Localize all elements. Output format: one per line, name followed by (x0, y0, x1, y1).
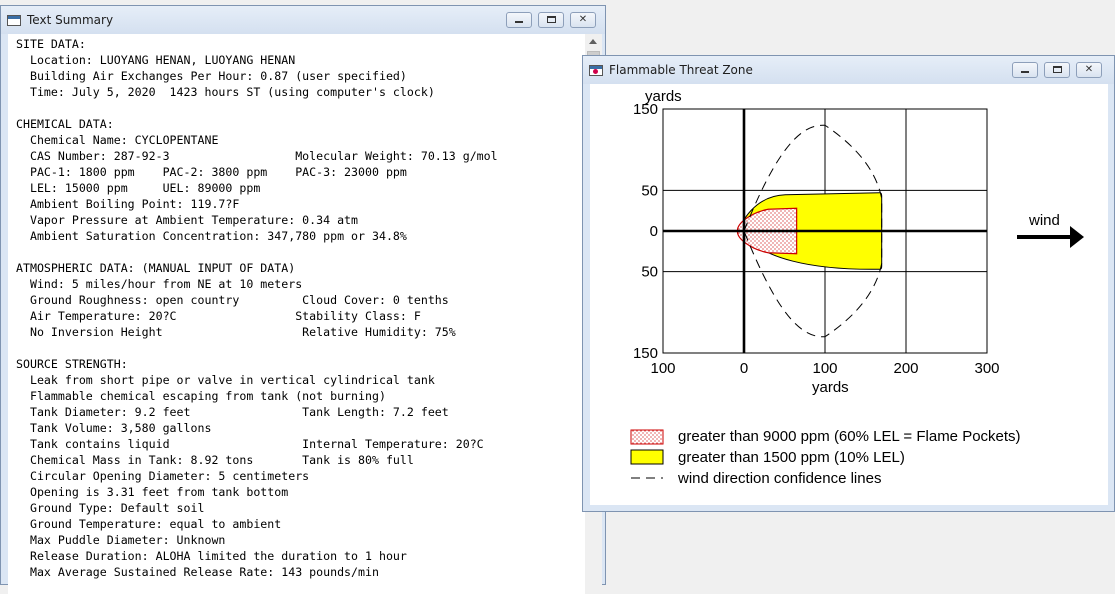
threat-zone-chart: 15050050150100 0 100 200 300 yards yards win… (630, 88, 1084, 487)
summary-line (16, 100, 498, 116)
wind-label: wind (1028, 212, 1060, 229)
summary-line: Ambient Saturation Concentration: 347,78… (16, 229, 407, 243)
summary-line: CAS Number: 287-92-3 Molecular Weight: 7… (16, 149, 498, 163)
text-summary-window: Text Summary ✕ SITE DATA: Location: LUOY… (0, 5, 606, 594)
x-tick-label: 300 (974, 360, 999, 377)
y-tick-label: 0 (650, 223, 658, 240)
close-button[interactable]: ✕ (570, 12, 596, 28)
window-icon (589, 65, 603, 76)
summary-line: Vapor Pressure at Ambient Temperature: 0… (16, 213, 359, 227)
summary-line: Building Air Exchanges Per Hour: 0.87 (u… (16, 69, 407, 83)
legend-label-9000ppm: greater than 9000 ppm (60% LEL = Flame P… (678, 428, 1021, 445)
maximize-icon (1052, 66, 1062, 73)
threat-zone-plot-area: 150 50 0 50 150 100 0 100 200 300 yards yards win… (590, 84, 1108, 505)
x-tick-label: 0 (740, 360, 748, 377)
y-tick-label: 50 (641, 182, 658, 199)
summary-line: Circular Opening Diameter: 5 centimeters (16, 469, 310, 483)
summary-line: ATMOSPHERIC DATA: (MANUAL INPUT OF DATA) (16, 261, 296, 275)
close-icon: ✕ (1084, 64, 1094, 75)
summary-line: Location: LUOYANG HENAN, LUOYANG HENAN (16, 53, 296, 67)
summary-line: PAC-1: 1800 ppm PAC-2: 3800 ppm PAC-3: 2… (16, 165, 407, 179)
summary-line: Chemical Mass in Tank: 8.92 tons Tank is… (16, 453, 414, 467)
x-axis-label: yards (812, 379, 849, 396)
y-axis-label: yards (645, 88, 682, 105)
legend-swatch-1500ppm (630, 449, 664, 465)
summary-line: Air Temperature: 20?C Stability Class: F (16, 309, 421, 323)
minimize-button[interactable] (506, 12, 532, 28)
maximize-button[interactable] (1044, 62, 1070, 78)
window-title: Text Summary (27, 13, 114, 27)
summary-line: Ambient Boiling Point: 119.7?F (16, 197, 240, 211)
summary-line: SOURCE STRENGTH: (16, 357, 128, 371)
summary-line: Ground Type: Default soil (16, 501, 205, 515)
summary-line: Leak from short pipe or valve in vertica… (16, 373, 435, 387)
x-tick-label: 100 (650, 360, 675, 377)
summary-text-area[interactable]: SITE DATA: Location: LUOYANG HENAN, LUOY… (8, 34, 585, 594)
title-bar[interactable]: Text Summary ✕ (1, 6, 605, 34)
summary-line: CHEMICAL DATA: (16, 117, 114, 131)
summary-line (16, 340, 498, 356)
summary-line: Tank Diameter: 9.2 feet Tank Length: 7.2… (16, 405, 449, 419)
summary-line: LEL: 15000 ppm UEL: 89000 ppm (16, 181, 261, 195)
window-title: Flammable Threat Zone (609, 63, 753, 77)
window-icon (7, 15, 21, 26)
summary-line: Opening is 3.31 feet from tank bottom (16, 485, 289, 499)
legend-label-1500ppm: greater than 1500 ppm (10% LEL) (678, 449, 905, 466)
close-button[interactable]: ✕ (1076, 62, 1102, 78)
threat-zone-window: Flammable Threat Zone ✕ 150 50 0 50 150 100 0 1… (582, 55, 1115, 512)
minimize-icon (515, 21, 523, 23)
minimize-icon (1021, 71, 1029, 73)
wind-arrow-icon (1017, 226, 1084, 248)
summary-line: Tank contains liquid Internal Temperatur… (16, 437, 484, 451)
scroll-up-icon[interactable] (589, 39, 597, 44)
summary-line: Flammable chemical escaping from tank (n… (16, 389, 386, 403)
minimize-button[interactable] (1012, 62, 1038, 78)
legend-swatch-9000ppm (630, 429, 664, 445)
summary-line: Ground Temperature: equal to ambient (16, 517, 282, 531)
maximize-icon (546, 16, 556, 23)
summary-line: No Inversion Height Relative Humidity: 7… (16, 325, 456, 339)
summary-line (16, 244, 498, 260)
close-icon: ✕ (578, 14, 588, 25)
y-tick-label: 50 (641, 264, 658, 281)
legend-label-confidence: wind direction confidence lines (677, 470, 881, 487)
x-tick-label: 200 (893, 360, 918, 377)
title-bar[interactable]: Flammable Threat Zone ✕ (583, 56, 1114, 84)
summary-line: Max Puddle Diameter: Unknown (16, 533, 226, 547)
summary-line: Chemical Name: CYCLOPENTANE (16, 133, 219, 147)
summary-line: Time: July 5, 2020 1423 hours ST (using … (16, 85, 435, 99)
summary-text: SITE DATA: Location: LUOYANG HENAN, LUOY… (16, 36, 498, 580)
summary-line: Wind: 5 miles/hour from NE at 10 meters (16, 277, 303, 291)
x-tick-label: 100 (812, 360, 837, 377)
summary-line: Max Average Sustained Release Rate: 143 … (16, 565, 379, 579)
summary-line: Release Duration: ALOHA limited the dura… (16, 549, 407, 563)
summary-line: Tank Volume: 3,580 gallons (16, 421, 212, 435)
summary-line: Ground Roughness: open country Cloud Cov… (16, 293, 449, 307)
summary-line: SITE DATA: (16, 37, 86, 51)
maximize-button[interactable] (538, 12, 564, 28)
